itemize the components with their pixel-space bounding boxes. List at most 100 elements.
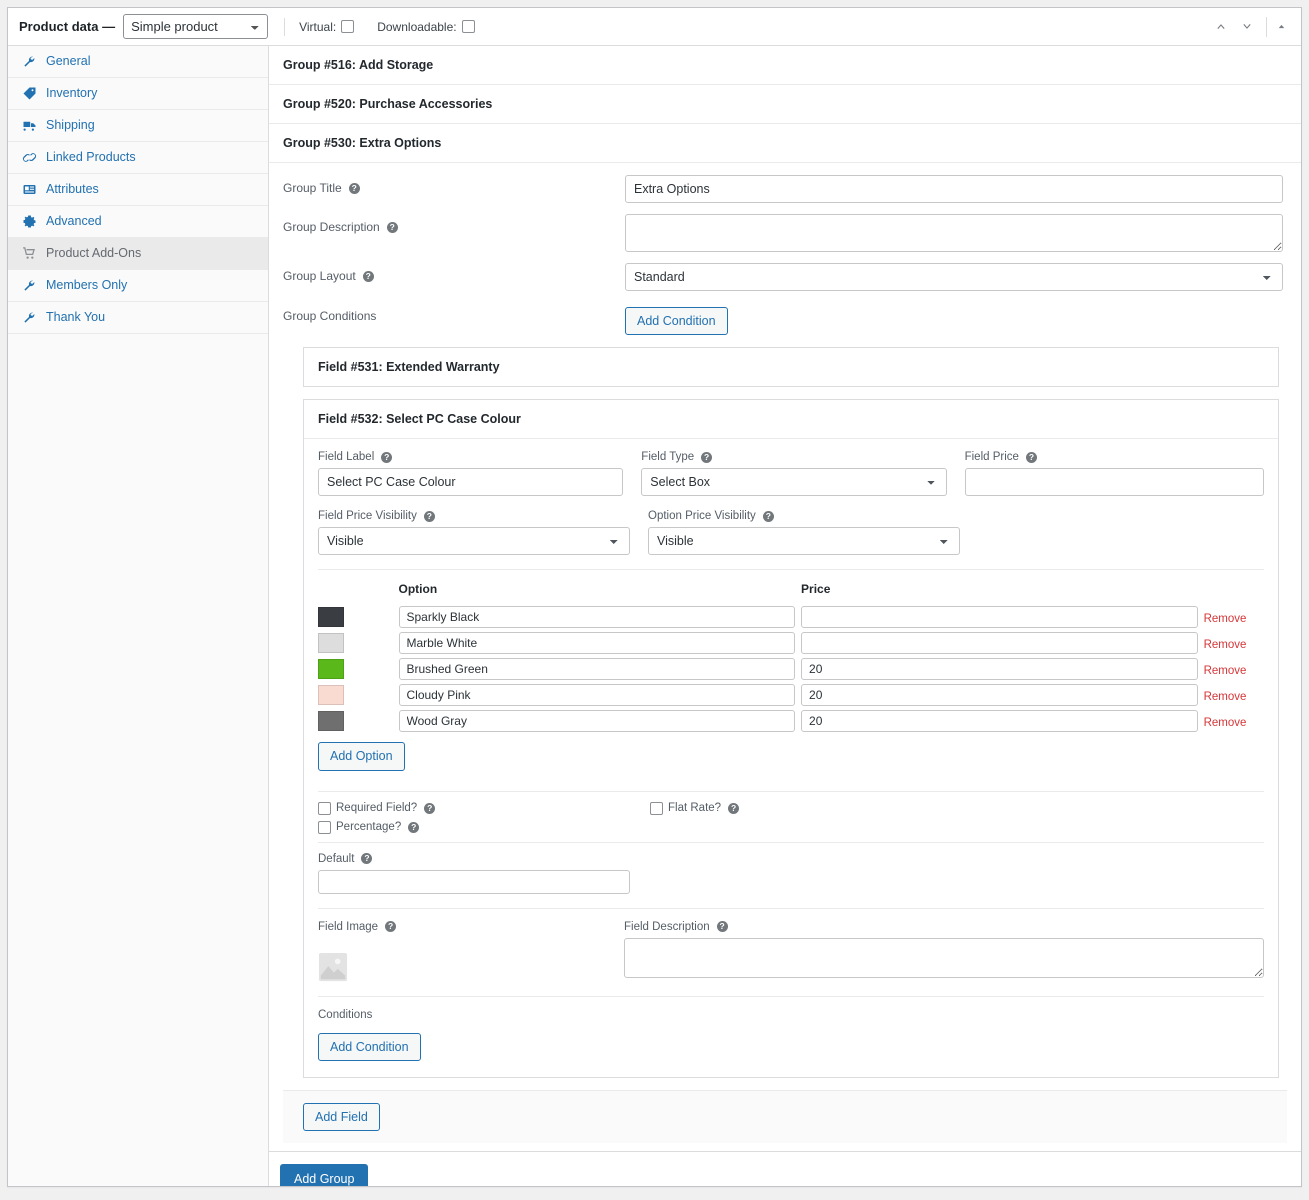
remove-option-link[interactable]: Remove: [1204, 717, 1247, 729]
product-type-select[interactable]: Simple product: [123, 14, 269, 39]
option-label-input[interactable]: [398, 710, 796, 733]
group-header-516[interactable]: Group #516: Add Storage: [269, 46, 1301, 85]
field-price-visibility-caption-wrap: Field Price Visibility ?: [318, 510, 630, 522]
group-header-530[interactable]: Group #530: Extra Options: [269, 124, 1301, 163]
sidebar-link-advanced[interactable]: Advanced: [8, 206, 268, 237]
percentage-checkbox-wrap[interactable]: Percentage? ?: [318, 820, 650, 834]
field-price-visibility-select[interactable]: Visible: [318, 527, 630, 556]
help-icon[interactable]: ?: [716, 921, 728, 932]
option-label-input[interactable]: [398, 606, 796, 629]
sidebar-link-members-only[interactable]: Members Only: [8, 270, 268, 301]
help-icon[interactable]: ?: [348, 182, 360, 194]
virtual-checkbox[interactable]: [341, 20, 355, 33]
sidebar-item-label: Shipping: [46, 118, 95, 132]
help-icon[interactable]: ?: [424, 802, 436, 814]
help-icon[interactable]: ?: [362, 270, 374, 282]
sidebar-item-product-add-ons[interactable]: Product Add-Ons: [8, 238, 268, 270]
default-input[interactable]: [318, 869, 630, 894]
field-type-col: Field Type ? Select Box: [641, 451, 947, 497]
field-price-input[interactable]: [964, 468, 1265, 497]
sidebar-item-general[interactable]: General: [8, 46, 268, 78]
help-icon[interactable]: ?: [408, 821, 420, 833]
remove-option-link[interactable]: Remove: [1204, 613, 1247, 625]
price-cell: [801, 708, 1204, 734]
options-table: Option Price Sparkly Black Remove Marble…: [318, 578, 1264, 734]
sidebar-link-linked-products[interactable]: Linked Products: [8, 142, 268, 173]
option-price-input[interactable]: [801, 710, 1198, 733]
add-field-button[interactable]: Add Field: [303, 1102, 380, 1131]
option-cell: [398, 656, 802, 682]
required-field-checkbox-wrap[interactable]: Required Field? ?: [318, 801, 650, 815]
product-addons-panel: Group #516: Add Storage Group #520: Purc…: [269, 46, 1301, 1186]
field-image-label-wrap: Field Image ?: [318, 921, 606, 933]
sidebar-link-general[interactable]: General: [8, 46, 268, 77]
sidebar-item-advanced[interactable]: Advanced: [8, 206, 268, 238]
downloadable-label: Downloadable:: [377, 19, 457, 34]
required-field-label: Required Field?: [336, 802, 418, 814]
help-icon[interactable]: ?: [423, 510, 435, 522]
help-icon[interactable]: ?: [386, 221, 398, 233]
truck-icon: [22, 118, 37, 133]
group-layout-select[interactable]: Standard: [625, 263, 1283, 291]
sidebar-link-inventory[interactable]: Inventory: [8, 78, 268, 109]
field-description-textarea[interactable]: [624, 937, 1264, 978]
group-description-textarea[interactable]: [625, 214, 1283, 252]
downloadable-checkbox-wrap[interactable]: Downloadable:: [377, 20, 479, 34]
help-icon[interactable]: ?: [361, 853, 373, 864]
field-type-select[interactable]: Select Box: [641, 468, 947, 497]
option-label-input[interactable]: [398, 658, 796, 681]
add-option-button[interactable]: Add Option: [318, 742, 405, 771]
sidebar-link-attributes[interactable]: Attributes: [8, 174, 268, 205]
remove-option-link[interactable]: Remove: [1204, 691, 1247, 703]
flat-rate-checkbox[interactable]: [650, 801, 663, 815]
group-title-input[interactable]: [625, 175, 1283, 203]
field-image-label: Field Image: [318, 920, 379, 933]
virtual-label: Virtual:: [299, 19, 337, 34]
remove-option-link[interactable]: Remove: [1204, 639, 1247, 651]
default-row: Default ?: [318, 841, 1264, 908]
remove-cell: Remove: [1204, 604, 1264, 630]
help-icon[interactable]: ?: [762, 510, 774, 522]
group-add-condition-button[interactable]: Add Condition: [625, 307, 728, 336]
option-label-input[interactable]: [398, 684, 796, 707]
sidebar-link-product-add-ons[interactable]: Product Add-Ons: [8, 238, 268, 269]
field-add-condition-button[interactable]: Add Condition: [318, 1032, 421, 1061]
sidebar-link-shipping[interactable]: Shipping: [8, 110, 268, 141]
chevron-up-icon[interactable]: [1209, 15, 1233, 39]
options-area: Option Price Sparkly Black Remove Marble…: [318, 569, 1264, 780]
downloadable-checkbox[interactable]: [461, 20, 475, 33]
group-conditions-row: Group Conditions Add Condition: [283, 307, 1287, 336]
virtual-checkbox-wrap[interactable]: Virtual:: [299, 20, 359, 34]
image-placeholder-icon[interactable]: [318, 952, 348, 982]
field-header-532[interactable]: Field #532: Select PC Case Colour: [304, 400, 1278, 440]
toggle-panel-icon[interactable]: [1269, 15, 1293, 39]
sidebar-item-linked-products[interactable]: Linked Products: [8, 142, 268, 174]
sidebar-item-attributes[interactable]: Attributes: [8, 174, 268, 206]
help-icon[interactable]: ?: [1025, 451, 1037, 463]
option-label-input[interactable]: [398, 632, 796, 655]
flat-rate-checkbox-wrap[interactable]: Flat Rate? ?: [650, 801, 982, 815]
required-field-checkbox[interactable]: [318, 801, 331, 815]
sidebar-item-shipping[interactable]: Shipping: [8, 110, 268, 142]
help-icon[interactable]: ?: [385, 921, 397, 932]
help-icon[interactable]: ?: [381, 451, 393, 463]
add-group-button[interactable]: Add Group: [280, 1164, 369, 1186]
option-price-visibility-select[interactable]: Visible: [648, 527, 960, 556]
help-icon[interactable]: ?: [701, 451, 713, 463]
sidebar-item-thank-you[interactable]: Thank You: [8, 302, 268, 334]
sidebar-item-inventory[interactable]: Inventory: [8, 78, 268, 110]
wrench-icon: [22, 278, 37, 293]
percentage-checkbox[interactable]: [318, 820, 331, 834]
option-price-input[interactable]: [801, 632, 1198, 655]
group-header-520[interactable]: Group #520: Purchase Accessories: [269, 85, 1301, 124]
option-price-input[interactable]: [801, 658, 1198, 681]
field-header-531[interactable]: Field #531: Extended Warranty: [304, 348, 1278, 386]
field-label-input[interactable]: [318, 468, 624, 497]
option-price-input[interactable]: [801, 606, 1198, 629]
option-price-input[interactable]: [801, 684, 1198, 707]
sidebar-item-members-only[interactable]: Members Only: [8, 270, 268, 302]
sidebar-link-thank-you[interactable]: Thank You: [8, 302, 268, 333]
remove-option-link[interactable]: Remove: [1204, 665, 1247, 677]
help-icon[interactable]: ?: [728, 802, 740, 814]
chevron-down-icon[interactable]: [1235, 15, 1259, 39]
